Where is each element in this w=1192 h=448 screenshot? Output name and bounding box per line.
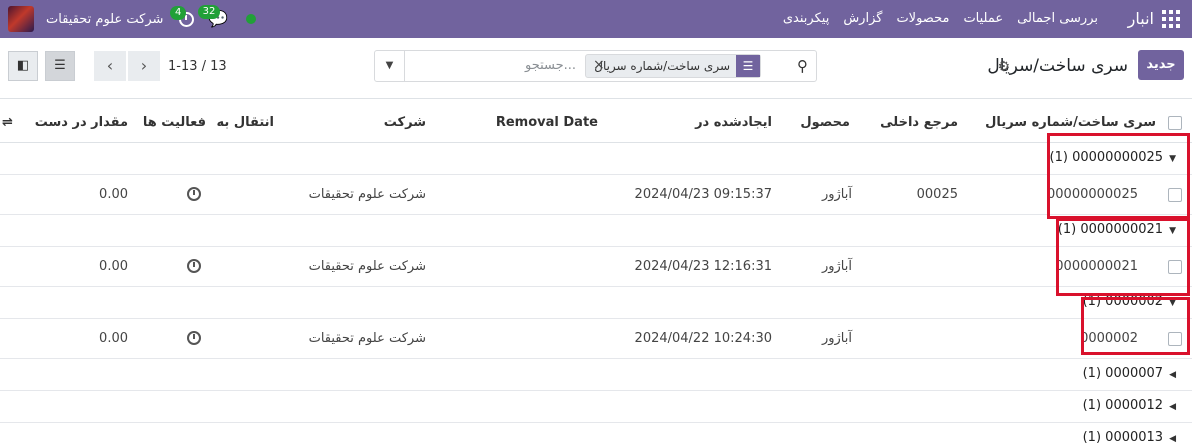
cell-created: 2024/04/22 10:24:30: [634, 331, 772, 346]
menu-overview[interactable]: بررسی اجمالی: [1017, 11, 1098, 26]
messaging-menu[interactable]: 💬 32: [197, 5, 228, 27]
col-activities[interactable]: فعالیت ها: [143, 115, 206, 130]
company-switcher[interactable]: شرکت علوم تحقیقات: [46, 12, 163, 27]
kanban-view-button[interactable]: ◧: [8, 51, 38, 81]
menu-configuration[interactable]: پیکربندی: [783, 11, 829, 26]
col-product[interactable]: محصول: [800, 115, 850, 130]
activity-clock-icon[interactable]: [187, 331, 201, 345]
table-row[interactable]: 00000000025 00025 آباژور 2024/04/23 09:1…: [0, 175, 1192, 215]
search-input[interactable]: جستجو...: [525, 58, 576, 73]
group-row[interactable]: ◀ 0000007 (1): [0, 359, 1192, 391]
search-facet: ☰ سری ساخت/شماره سریال ×: [585, 54, 761, 78]
menu-operations[interactable]: عملیات: [963, 11, 1003, 26]
remove-facet-icon[interactable]: ×: [593, 57, 605, 73]
group-by-icon: ☰: [736, 55, 760, 77]
pager-value[interactable]: 1-13 / 13: [168, 59, 227, 74]
col-internal-ref[interactable]: مرجع داخلی: [880, 115, 958, 130]
highlight-box: [1056, 218, 1190, 296]
cell-company: شرکت علوم تحقیقات: [308, 331, 426, 346]
col-lot[interactable]: سری ساخت/شماره سریال: [985, 115, 1156, 130]
search-bar: ▼ جستجو... ☰ سری ساخت/شماره سریال × ⚲: [374, 50, 817, 82]
cell-qty: 0.00: [99, 187, 128, 202]
cell-qty: 0.00: [99, 331, 128, 346]
highlight-box: [1047, 133, 1190, 219]
optional-columns-icon[interactable]: ⇌: [2, 115, 13, 130]
col-transfer[interactable]: انتقال به: [217, 115, 274, 130]
col-removal-date[interactable]: Removal Date: [496, 115, 598, 130]
group-row[interactable]: ◀ 0000012 (1): [0, 391, 1192, 423]
facet-label: سری ساخت/شماره سریال: [594, 59, 730, 73]
cell-company: شرکت علوم تحقیقات: [308, 259, 426, 274]
caret-left-icon: ◀: [1169, 370, 1176, 380]
group-row[interactable]: ▼0000000021 (1): [0, 215, 1192, 247]
group-row[interactable]: ◀ 0000013 (1): [0, 423, 1192, 448]
group-row[interactable]: ▼00000000025 (1): [0, 143, 1192, 175]
search-icon[interactable]: ⚲: [797, 57, 808, 75]
activity-clock-icon[interactable]: [187, 187, 201, 201]
caret-left-icon: ◀: [1169, 434, 1176, 444]
activity-badge: 4: [170, 5, 187, 20]
caret-left-icon: ◀: [1169, 402, 1176, 412]
cell-product: آباژور: [821, 187, 852, 202]
select-all-checkbox[interactable]: [1168, 116, 1182, 130]
menu-products[interactable]: محصولات: [896, 11, 949, 26]
pager-next-button[interactable]: ›: [128, 51, 160, 81]
apps-grid-icon[interactable]: [1162, 10, 1180, 28]
search-options-toggle[interactable]: ▼: [375, 51, 405, 81]
group-label: 0000007 (1): [1082, 366, 1164, 381]
col-created[interactable]: ایجادشده در: [695, 115, 772, 130]
activity-menu[interactable]: 4: [170, 5, 195, 27]
new-button[interactable]: جدید: [1138, 50, 1184, 80]
chat-badge: 32: [197, 5, 221, 19]
navbar-systray: شرکت علوم تحقیقات 4 💬 32: [8, 4, 257, 34]
group-row[interactable]: ▼0000002 (1): [0, 287, 1192, 319]
highlight-box: [1081, 297, 1190, 355]
online-status-icon: [246, 14, 257, 24]
top-navbar: انبار بررسی اجمالی عملیات محصولات گزارش …: [0, 0, 1192, 38]
main-menu: بررسی اجمالی عملیات محصولات گزارش پیکربن…: [783, 11, 1098, 26]
activity-clock-icon[interactable]: [187, 259, 201, 273]
group-label: 0000012 (1): [1082, 398, 1164, 413]
cell-product: آباژور: [821, 259, 852, 274]
table-row[interactable]: 0000000021 آباژور 2024/04/23 12:16:31 شر…: [0, 247, 1192, 287]
pager-previous-button[interactable]: ‹: [94, 51, 126, 81]
col-qty[interactable]: مقدار در دست: [35, 115, 128, 130]
list-view-button[interactable]: ☰: [45, 51, 75, 81]
cell-qty: 0.00: [99, 259, 128, 274]
gear-icon[interactable]: ⚙: [997, 59, 1010, 75]
cell-company: شرکت علوم تحقیقات: [308, 187, 426, 202]
table-header: سری ساخت/شماره سریال مرجع داخلی محصول ای…: [0, 103, 1192, 143]
group-label: 0000013 (1): [1082, 430, 1164, 445]
company-avatar[interactable]: [8, 6, 34, 32]
header-divider: [0, 98, 1192, 99]
cell-product: آباژور: [821, 331, 852, 346]
cell-ref: 00025: [916, 187, 958, 202]
cell-created: 2024/04/23 12:16:31: [634, 259, 772, 274]
col-company[interactable]: شرکت: [384, 115, 426, 130]
table-row[interactable]: 0000002 آباژور 2024/04/22 10:24:30 شرکت …: [0, 319, 1192, 359]
cell-created: 2024/04/23 09:15:37: [634, 187, 772, 202]
app-name[interactable]: انبار: [1128, 9, 1154, 28]
menu-reporting[interactable]: گزارش: [843, 11, 882, 26]
